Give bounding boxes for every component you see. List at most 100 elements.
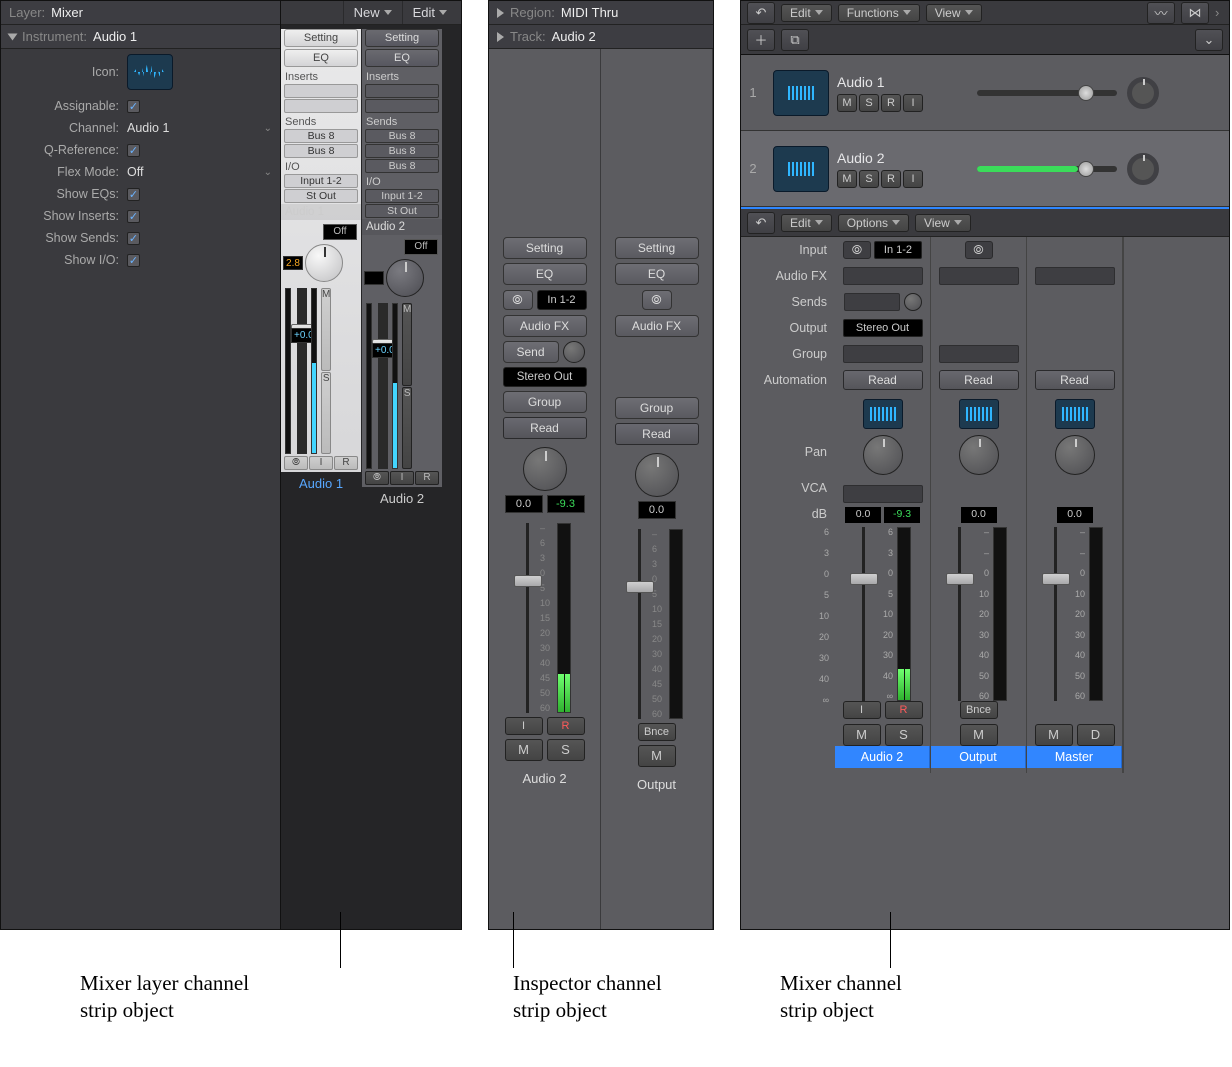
pan-knob[interactable] [863, 435, 903, 475]
input-value[interactable]: In 1-2 [537, 290, 587, 310]
read-button[interactable]: Read [843, 370, 923, 390]
send-slot[interactable]: Bus 8 [365, 144, 439, 158]
fader[interactable]: +0.0 [378, 303, 388, 469]
channel-icon[interactable] [959, 399, 999, 429]
edit-menu[interactable]: Edit [402, 1, 457, 24]
eq-button[interactable]: EQ [615, 263, 699, 285]
automation-mode[interactable]: Off [323, 224, 357, 240]
track-icon[interactable] [773, 70, 829, 116]
input-slot[interactable]: Input 1-2 [284, 174, 358, 188]
track-s-button[interactable]: S [859, 170, 879, 188]
mini-channel-strip[interactable]: SettingEQInsertsSendsBus 8Bus 8I/OInput … [281, 27, 361, 510]
fader[interactable] [638, 529, 641, 719]
property-value[interactable]: Off [127, 165, 143, 179]
ms-btn[interactable]: S [321, 372, 331, 455]
send-knob[interactable] [563, 341, 585, 363]
mixer-options-menu[interactable]: Options [838, 214, 909, 232]
stereo-icon[interactable]: ⦾ [843, 241, 871, 259]
mini-btn[interactable]: EQ [284, 49, 358, 67]
ms-btn[interactable]: M [402, 303, 412, 386]
stereo-icon[interactable]: ⦾ [965, 241, 993, 259]
group-slot[interactable] [843, 345, 923, 363]
setting-button[interactable]: Setting [615, 237, 699, 259]
insert-slot[interactable] [365, 84, 439, 98]
strip-name[interactable]: Audio 2 [362, 487, 442, 510]
stereo-icon[interactable]: ⦾ [503, 290, 533, 310]
mini-btn[interactable]: EQ [365, 49, 439, 67]
audiofx-slot[interactable] [1035, 267, 1115, 285]
channel-name[interactable]: Audio 2 [835, 746, 930, 768]
insert-slot[interactable] [284, 84, 358, 98]
checkbox[interactable] [127, 210, 140, 223]
duplicate-track-icon[interactable]: ⧉ [781, 29, 809, 51]
catch-icon[interactable]: ⌄ [1195, 29, 1223, 51]
mixer-edit-menu[interactable]: Edit [781, 214, 832, 232]
insert-slot[interactable] [365, 99, 439, 113]
solo-button[interactable]: S [547, 739, 585, 761]
output-slot[interactable]: St Out [365, 204, 439, 218]
channel-icon[interactable] [1055, 399, 1095, 429]
channel-name[interactable]: Audio 2 [489, 765, 600, 792]
send-slot[interactable]: Bus 8 [365, 129, 439, 143]
output-value[interactable]: Stereo Out [503, 367, 587, 387]
volume-slider[interactable] [977, 166, 1117, 172]
ms-tiny-btn[interactable]: R [334, 456, 358, 470]
insert-slot[interactable] [284, 99, 358, 113]
read-button[interactable]: Read [615, 423, 699, 445]
ms-btn[interactable]: S [402, 387, 412, 470]
send-slot[interactable]: Bus 8 [284, 144, 358, 158]
region-header[interactable]: Region: MIDI Thru [489, 1, 713, 25]
dim-button[interactable]: D [1077, 724, 1115, 746]
pan-knob[interactable] [386, 259, 424, 297]
checkbox[interactable] [127, 144, 140, 157]
checkbox[interactable] [127, 188, 140, 201]
mixer-channel-strip[interactable]: ⦾In 1-2Stereo OutRead0.0-9.3 63051020304… [835, 237, 931, 773]
channel-name[interactable]: Output [601, 771, 712, 798]
record-enable-button[interactable]: R [547, 717, 585, 735]
track-r-button[interactable]: R [881, 94, 901, 112]
fader[interactable] [958, 527, 961, 701]
pan-knob[interactable] [1127, 153, 1159, 185]
eq-button[interactable]: EQ [503, 263, 587, 285]
fader[interactable] [862, 527, 865, 701]
inspector-channel-strip[interactable]: SettingEQ⦾In 1-2Audio FXSendStereo OutGr… [489, 49, 601, 929]
volume-slider[interactable] [977, 90, 1117, 96]
output-value[interactable]: Stereo Out [843, 319, 923, 337]
instrument-header[interactable]: Instrument: Audio 1 [1, 25, 280, 49]
group-button[interactable]: Group [615, 397, 699, 419]
track-name[interactable]: Audio 1 [837, 74, 967, 90]
input-value[interactable]: In 1-2 [874, 241, 922, 259]
ms-tiny-btn[interactable]: I [390, 471, 414, 485]
pan-knob[interactable] [1055, 435, 1095, 475]
layer-header[interactable]: Layer: Mixer [1, 1, 280, 25]
track-s-button[interactable]: S [859, 94, 879, 112]
mute-button[interactable]: M [843, 724, 881, 746]
bounce-button[interactable]: Bnce [960, 701, 998, 719]
channel-name[interactable]: Master [1027, 746, 1122, 768]
pan-knob[interactable] [1127, 77, 1159, 109]
send-button[interactable]: Send [503, 341, 559, 363]
fader[interactable] [1054, 527, 1057, 701]
mute-button[interactable]: M [505, 739, 543, 761]
link-icon[interactable]: ↶ [747, 212, 775, 234]
solo-button[interactable]: S [885, 724, 923, 746]
back-arrow-icon[interactable]: ↶ [747, 2, 775, 24]
channel-icon[interactable] [863, 399, 903, 429]
read-button[interactable]: Read [939, 370, 1019, 390]
inspector-channel-strip[interactable]: SettingEQ⦾Audio FXGroupRead0.0 –63051015… [601, 49, 713, 929]
fader[interactable]: +0.0 [297, 288, 307, 454]
ms-tiny-btn[interactable]: R [415, 471, 439, 485]
track-name[interactable]: Audio 2 [837, 150, 967, 166]
input-slot[interactable]: Input 1-2 [365, 189, 439, 203]
pan-knob[interactable] [635, 453, 679, 497]
audiofx-button[interactable]: Audio FX [615, 315, 699, 337]
input-monitor-button[interactable]: I [505, 717, 543, 735]
mixer-channel-strip[interactable]: ⦾Read0.0 ––0102030405060 BnceMOutput [931, 237, 1027, 773]
audiofx-button[interactable]: Audio FX [503, 315, 587, 337]
track-icon[interactable] [773, 146, 829, 192]
track-i-button[interactable]: I [903, 170, 923, 188]
audiofx-slot[interactable] [843, 267, 923, 285]
ms-tiny-btn[interactable]: I [309, 456, 333, 470]
record-enable-button[interactable]: R [885, 701, 923, 719]
track-icon[interactable] [127, 54, 173, 90]
